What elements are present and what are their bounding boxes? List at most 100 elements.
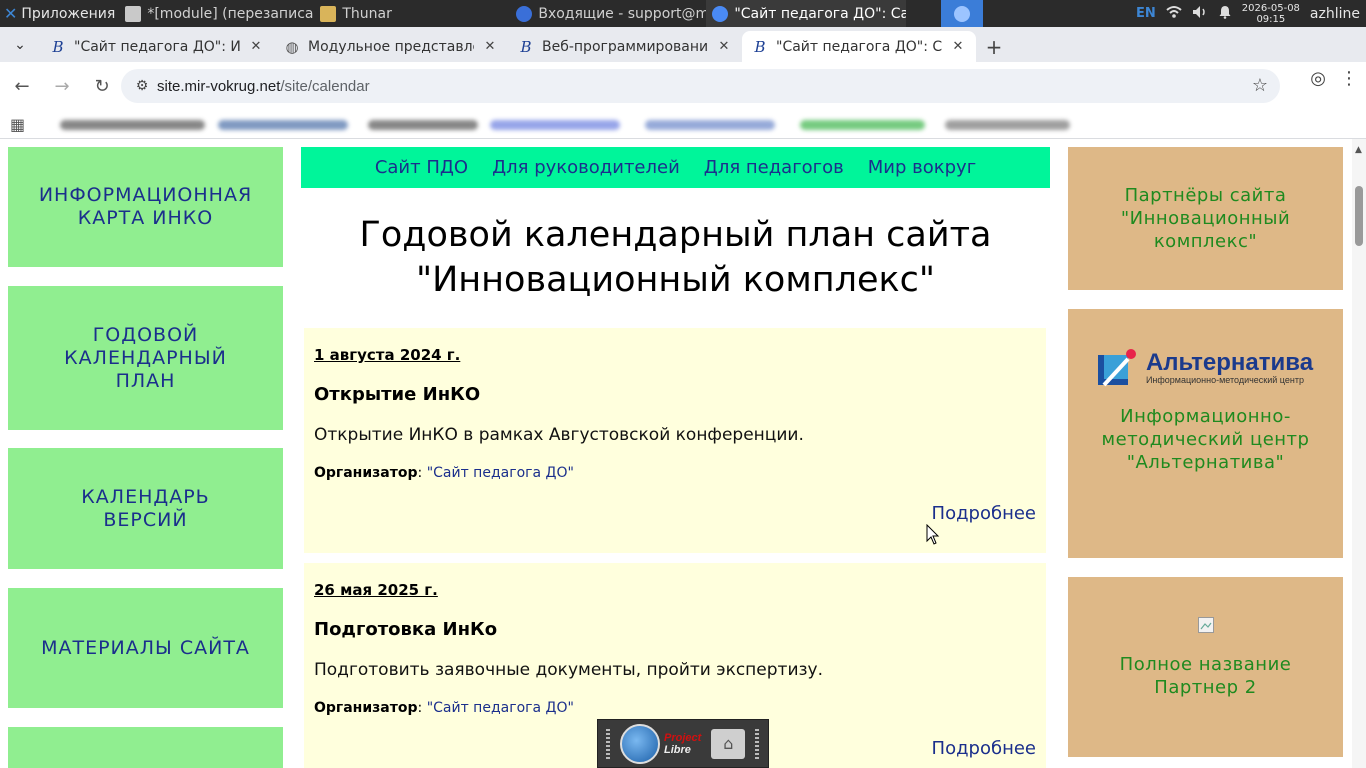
- nav-link-world-around[interactable]: Мир вокруг: [868, 157, 976, 178]
- folder-icon: [320, 5, 337, 22]
- scrollbar-thumb[interactable]: [1355, 186, 1363, 246]
- forward-arrow-icon[interactable]: →: [44, 69, 80, 105]
- reload-icon[interactable]: ↻: [84, 69, 120, 105]
- wifi-icon[interactable]: [1166, 5, 1182, 23]
- browser-toolbar: ← → ↻ ⚙ site.mir-vokrug.net/site/calenda…: [0, 62, 1366, 111]
- tab-close-icon[interactable]: ✕: [950, 39, 966, 54]
- partner-caption: Полное название Партнер 2: [1119, 654, 1292, 698]
- chromium-icon: [712, 5, 729, 22]
- tab-web-programming[interactable]: B Веб-программирование в ✕: [508, 31, 742, 62]
- projectlibre-word-libre: Libre: [664, 743, 691, 756]
- web-page: ИНФОРМАЦИОННАЯ КАРТА ИНКО ГОДОВОЙ КАЛЕНД…: [0, 139, 1352, 768]
- mouse-pointer-icon: [926, 524, 940, 545]
- left-menu-version-calendar[interactable]: КАЛЕНДАРЬ ВЕРСИЙ: [8, 448, 283, 569]
- applications-menu[interactable]: ✕ Приложения: [0, 0, 119, 27]
- notifications-bell-icon[interactable]: [1218, 5, 1232, 23]
- organizer-link[interactable]: "Сайт педагога ДО": [427, 465, 574, 481]
- new-tab-button[interactable]: +: [976, 31, 1012, 62]
- url-host: site.mir-vokrug.net: [157, 77, 281, 95]
- organizer-label: Организатор: [314, 465, 418, 481]
- nav-link-site-pdo[interactable]: Сайт ПДО: [375, 157, 468, 178]
- more-link[interactable]: Подробнее: [932, 738, 1036, 759]
- partner-2-card[interactable]: Полное название Партнер 2: [1068, 577, 1343, 757]
- event-description: Открытие ИнКО в рамках Августовской конф…: [314, 425, 804, 445]
- site-top-nav: Сайт ПДО Для руководителей Для педагогов…: [301, 147, 1050, 188]
- document-icon: [125, 5, 142, 22]
- alternativa-logo[interactable]: Альтернатива Информационно-методический …: [1068, 349, 1343, 387]
- address-bar[interactable]: ⚙ site.mir-vokrug.net/site/calendar ☆: [121, 69, 1280, 103]
- page-scrollbar[interactable]: ▲: [1352, 139, 1366, 768]
- clock[interactable]: 2026-05-08 09:15: [1242, 3, 1300, 25]
- left-menu-label: ИНФОРМАЦИОННАЯ КАРТА ИНКО: [38, 184, 253, 229]
- bookmark-blurred[interactable]: [800, 120, 925, 130]
- left-menu-label: МАТЕРИАЛЫ САЙТА: [41, 636, 250, 659]
- browser-tab-strip: ⌄ B "Сайт педагога ДО": Инно ✕ ◍ Модульн…: [0, 27, 1366, 62]
- left-menu-site-materials[interactable]: МАТЕРИАЛЫ САЙТА: [8, 588, 283, 708]
- back-arrow-icon[interactable]: ←: [4, 69, 40, 105]
- url-path: /site/calendar: [280, 77, 370, 95]
- url-text[interactable]: site.mir-vokrug.net/site/calendar: [157, 78, 370, 95]
- left-menu-next-item[interactable]: [8, 727, 283, 768]
- bookmark-blurred[interactable]: [60, 120, 205, 130]
- projectlibre-icon: [620, 723, 660, 764]
- left-menu-calendar-plan[interactable]: ГОДОВОЙ КАЛЕНДАРНЫЙ ПЛАН: [8, 286, 283, 430]
- clock-time: 09:15: [1256, 13, 1286, 25]
- organizer-link[interactable]: "Сайт педагога ДО": [427, 700, 574, 716]
- alternativa-logo-name: Альтернатива: [1145, 349, 1314, 376]
- projectlibre-word-project: Project: [664, 731, 702, 744]
- volume-icon[interactable]: [1192, 5, 1208, 23]
- xfce-logo-icon: ✕: [4, 4, 18, 23]
- user-name[interactable]: azhline: [1310, 6, 1360, 22]
- partners-title: Партнёры сайта "Инновационный комплекс": [1120, 185, 1291, 252]
- home-folder-icon[interactable]: ⌂: [711, 728, 746, 759]
- site-favicon-icon: B: [520, 37, 532, 56]
- bookmark-blurred[interactable]: [368, 120, 478, 130]
- site-settings-icon[interactable]: ⚙: [127, 78, 157, 94]
- event-card: 1 августа 2024 г. Открытие ИнКО Открытие…: [304, 328, 1046, 553]
- partner-caption: Информационно-методический центр "Альтер…: [1101, 406, 1310, 473]
- partner-alternativa-card[interactable]: Альтернатива Информационно-методический …: [1068, 309, 1343, 558]
- left-menu-info-card[interactable]: ИНФОРМАЦИОННАЯ КАРТА ИНКО: [8, 147, 283, 267]
- alternativa-logo-subtitle: Информационно-методический центр: [1145, 375, 1304, 385]
- tab-close-icon[interactable]: ✕: [716, 39, 732, 54]
- dock-grip-handle[interactable]: [606, 728, 610, 759]
- event-name: Открытие ИнКО: [314, 384, 481, 405]
- bookmark-blurred[interactable]: [218, 120, 348, 130]
- tab-modular-view[interactable]: ◍ Модульное представлени ✕: [274, 31, 508, 62]
- alternativa-logo-mark-icon: [1097, 349, 1138, 387]
- profile-icon[interactable]: ◎: [1310, 68, 1326, 89]
- system-taskbar: ✕ Приложения *[module] (перезаписано... …: [0, 0, 1366, 27]
- more-link[interactable]: Подробнее: [932, 503, 1036, 524]
- tab-calendar-active[interactable]: B "Сайт педагога ДО": Сайт ✕: [742, 31, 976, 62]
- nav-link-for-teachers[interactable]: Для педагогов: [704, 157, 844, 178]
- tab-search-chevron-icon[interactable]: ⌄: [0, 27, 40, 62]
- bookmark-blurred[interactable]: [490, 120, 620, 130]
- organizer-label: Организатор: [314, 700, 418, 716]
- page-title-line2: "Инновационный комплекс": [415, 260, 936, 300]
- tab-close-icon[interactable]: ✕: [248, 39, 264, 54]
- keyboard-layout-indicator[interactable]: EN: [1136, 6, 1156, 21]
- site-favicon-icon: B: [52, 37, 64, 56]
- taskbar-item-thunar[interactable]: Thunar: [314, 0, 510, 27]
- globe-icon: ◍: [285, 37, 299, 56]
- browser-menu-icon[interactable]: ⋮: [1340, 68, 1358, 89]
- tab-innovative-complex[interactable]: B "Сайт педагога ДО": Инно ✕: [40, 31, 274, 62]
- bookmark-star-icon[interactable]: ☆: [1252, 75, 1268, 96]
- clock-date: 2026-05-08: [1241, 2, 1300, 14]
- nav-link-for-managers[interactable]: Для руководителей: [492, 157, 680, 178]
- bookmark-blurred[interactable]: [645, 120, 775, 130]
- dock-projectlibre-launcher[interactable]: Project Libre: [620, 723, 702, 764]
- taskbar-item-browser[interactable]: "Сайт педагога ДО": Сайт...: [706, 0, 907, 27]
- apps-grid-icon[interactable]: ▦: [10, 115, 25, 134]
- page-title-line1: Годовой календарный план сайта: [359, 215, 992, 255]
- applications-menu-label: Приложения: [21, 5, 116, 22]
- scroll-up-arrow-icon[interactable]: ▲: [1355, 145, 1362, 155]
- taskbar-chromium-launcher[interactable]: [941, 0, 984, 27]
- taskbar-item-mail[interactable]: Входящие - support@mir...: [510, 0, 706, 27]
- dock-grip-handle[interactable]: [755, 728, 760, 759]
- taskbar-item-label: Входящие - support@mir...: [538, 5, 707, 22]
- taskbar-item-module[interactable]: *[module] (перезаписано...: [119, 0, 314, 27]
- tab-close-icon[interactable]: ✕: [482, 39, 498, 54]
- event-organizer: Организатор: "Сайт педагога ДО": [314, 465, 574, 481]
- bookmark-blurred[interactable]: [945, 120, 1070, 130]
